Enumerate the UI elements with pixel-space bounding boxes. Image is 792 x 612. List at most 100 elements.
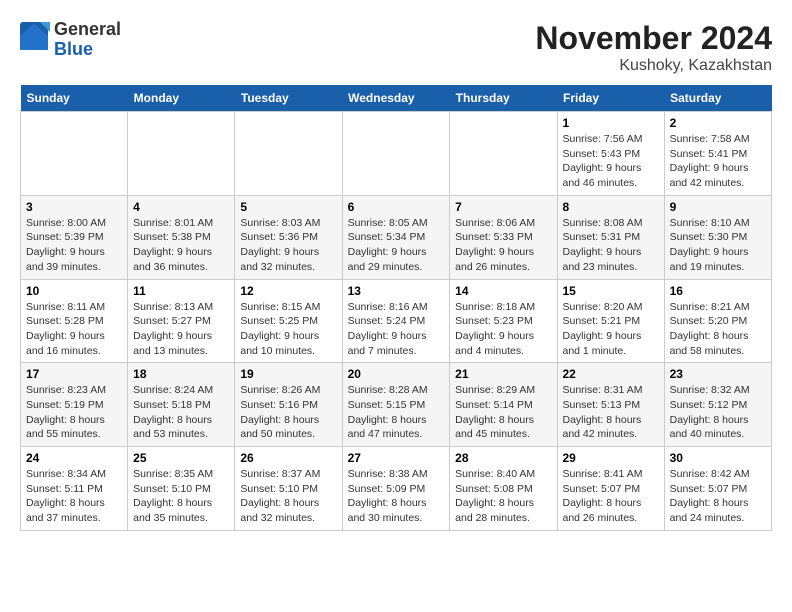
day-number: 16 [670, 284, 766, 298]
title-block: November 2024 Kushoky, Kazakhstan [535, 20, 772, 75]
day-number: 20 [348, 367, 445, 381]
calendar-cell: 7 Sunrise: 8:06 AM Sunset: 5:33 PM Daylig… [450, 195, 557, 279]
calendar-cell: 1 Sunrise: 7:56 AM Sunset: 5:43 PM Daylig… [557, 112, 664, 196]
calendar-cell: 12Sunrise: 8:15 AM Sunset: 5:25 PM Dayli… [235, 279, 342, 363]
day-info: Sunrise: 7:56 AM Sunset: 5:43 PM Dayligh… [563, 132, 659, 191]
day-info: Sunrise: 8:03 AM Sunset: 5:36 PM Dayligh… [240, 216, 336, 275]
day-info: Sunrise: 8:08 AM Sunset: 5:31 PM Dayligh… [563, 216, 659, 275]
day-info: Sunrise: 8:28 AM Sunset: 5:15 PM Dayligh… [348, 383, 445, 442]
calendar-cell: 4Sunrise: 8:01 AM Sunset: 5:38 PM Daylig… [128, 195, 235, 279]
day-number: 7 [455, 200, 551, 214]
day-number: 13 [348, 284, 445, 298]
day-info: Sunrise: 8:05 AM Sunset: 5:34 PM Dayligh… [348, 216, 445, 275]
day-number: 17 [26, 367, 122, 381]
day-number: 27 [348, 451, 445, 465]
day-info: Sunrise: 8:00 AM Sunset: 5:39 PM Dayligh… [26, 216, 122, 275]
day-number: 15 [563, 284, 659, 298]
day-info: Sunrise: 8:34 AM Sunset: 5:11 PM Dayligh… [26, 467, 122, 526]
header-friday: Friday [557, 85, 664, 112]
day-info: Sunrise: 8:06 AM Sunset: 5:33 PM Dayligh… [455, 216, 551, 275]
calendar-cell: 10 Sunrise: 8:11 AM Sunset: 5:28 PM Dayli… [21, 279, 128, 363]
day-number: 3 [26, 200, 122, 214]
day-info: Sunrise: 8:26 AM Sunset: 5:16 PM Dayligh… [240, 383, 336, 442]
calendar-cell [342, 112, 450, 196]
day-number: 5 [240, 200, 336, 214]
day-number: 29 [563, 451, 659, 465]
day-info: Sunrise: 8:37 AM Sunset: 5:10 PM Dayligh… [240, 467, 336, 526]
day-number: 10 [26, 284, 122, 298]
calendar-cell: 6 Sunrise: 8:05 AM Sunset: 5:34 PM Daylig… [342, 195, 450, 279]
day-number: 28 [455, 451, 551, 465]
calendar-cell: 16 Sunrise: 8:21 AM Sunset: 5:20 PM Dayli… [664, 279, 771, 363]
calendar-cell: 20 Sunrise: 8:28 AM Sunset: 5:15 PM Dayli… [342, 363, 450, 447]
calendar-cell: 17 Sunrise: 8:23 AM Sunset: 5:19 PM Dayli… [21, 363, 128, 447]
header-wednesday: Wednesday [342, 85, 450, 112]
day-number: 23 [670, 367, 766, 381]
calendar-table: SundayMondayTuesdayWednesdayThursdayFrid… [20, 85, 772, 531]
day-number: 24 [26, 451, 122, 465]
calendar-cell: 19Sunrise: 8:26 AM Sunset: 5:16 PM Dayli… [235, 363, 342, 447]
calendar-cell: 5 Sunrise: 8:03 AM Sunset: 5:36 PM Daylig… [235, 195, 342, 279]
calendar-cell: 24 Sunrise: 8:34 AM Sunset: 5:11 PM Dayli… [21, 447, 128, 531]
day-info: Sunrise: 8:24 AM Sunset: 5:18 PM Dayligh… [133, 383, 229, 442]
day-number: 22 [563, 367, 659, 381]
calendar-cell: 2 Sunrise: 7:58 AM Sunset: 5:41 PM Daylig… [664, 112, 771, 196]
calendar-cell: 8 Sunrise: 8:08 AM Sunset: 5:31 PM Daylig… [557, 195, 664, 279]
day-info: Sunrise: 8:21 AM Sunset: 5:20 PM Dayligh… [670, 300, 766, 359]
day-number: 30 [670, 451, 766, 465]
calendar-cell: 25 Sunrise: 8:35 AM Sunset: 5:10 PM Dayli… [128, 447, 235, 531]
page-header: General Blue November 2024 Kushoky, Kaza… [20, 20, 772, 75]
day-number: 2 [670, 116, 766, 130]
day-number: 11 [133, 284, 229, 298]
page-subtitle: Kushoky, Kazakhstan [535, 57, 772, 75]
day-info: Sunrise: 8:11 AM Sunset: 5:28 PM Dayligh… [26, 300, 122, 359]
calendar-week-row: 1 Sunrise: 7:56 AM Sunset: 5:43 PM Daylig… [21, 112, 772, 196]
day-info: Sunrise: 8:42 AM Sunset: 5:07 PM Dayligh… [670, 467, 766, 526]
day-number: 21 [455, 367, 551, 381]
day-info: Sunrise: 8:16 AM Sunset: 5:24 PM Dayligh… [348, 300, 445, 359]
day-info: Sunrise: 8:32 AM Sunset: 5:12 PM Dayligh… [670, 383, 766, 442]
calendar-cell: 22 Sunrise: 8:31 AM Sunset: 5:13 PM Dayli… [557, 363, 664, 447]
day-info: Sunrise: 8:23 AM Sunset: 5:19 PM Dayligh… [26, 383, 122, 442]
day-number: 6 [348, 200, 445, 214]
day-info: Sunrise: 8:41 AM Sunset: 5:07 PM Dayligh… [563, 467, 659, 526]
logo: General Blue [20, 20, 121, 60]
calendar-cell: 21 Sunrise: 8:29 AM Sunset: 5:14 PM Dayli… [450, 363, 557, 447]
calendar-cell: 13 Sunrise: 8:16 AM Sunset: 5:24 PM Dayli… [342, 279, 450, 363]
day-number: 14 [455, 284, 551, 298]
calendar-cell: 23 Sunrise: 8:32 AM Sunset: 5:12 PM Dayli… [664, 363, 771, 447]
day-number: 9 [670, 200, 766, 214]
calendar-cell: 29 Sunrise: 8:41 AM Sunset: 5:07 PM Dayli… [557, 447, 664, 531]
calendar-week-row: 24 Sunrise: 8:34 AM Sunset: 5:11 PM Dayli… [21, 447, 772, 531]
page-title: November 2024 [535, 20, 772, 57]
day-info: Sunrise: 8:18 AM Sunset: 5:23 PM Dayligh… [455, 300, 551, 359]
header-sunday: Sunday [21, 85, 128, 112]
day-info: Sunrise: 8:31 AM Sunset: 5:13 PM Dayligh… [563, 383, 659, 442]
calendar-cell [235, 112, 342, 196]
calendar-cell: 14 Sunrise: 8:18 AM Sunset: 5:23 PM Dayli… [450, 279, 557, 363]
day-info: Sunrise: 8:29 AM Sunset: 5:14 PM Dayligh… [455, 383, 551, 442]
calendar-cell: 26Sunrise: 8:37 AM Sunset: 5:10 PM Dayli… [235, 447, 342, 531]
day-info: Sunrise: 8:10 AM Sunset: 5:30 PM Dayligh… [670, 216, 766, 275]
day-info: Sunrise: 8:40 AM Sunset: 5:08 PM Dayligh… [455, 467, 551, 526]
calendar-cell: 11Sunrise: 8:13 AM Sunset: 5:27 PM Dayli… [128, 279, 235, 363]
day-number: 4 [133, 200, 229, 214]
day-number: 18 [133, 367, 229, 381]
header-thursday: Thursday [450, 85, 557, 112]
calendar-cell: 9 Sunrise: 8:10 AM Sunset: 5:30 PM Daylig… [664, 195, 771, 279]
calendar-cell: 3 Sunrise: 8:00 AM Sunset: 5:39 PM Daylig… [21, 195, 128, 279]
day-number: 1 [563, 116, 659, 130]
day-info: Sunrise: 8:35 AM Sunset: 5:10 PM Dayligh… [133, 467, 229, 526]
day-number: 25 [133, 451, 229, 465]
day-info: Sunrise: 7:58 AM Sunset: 5:41 PM Dayligh… [670, 132, 766, 191]
calendar-cell: 15Sunrise: 8:20 AM Sunset: 5:21 PM Dayli… [557, 279, 664, 363]
header-saturday: Saturday [664, 85, 771, 112]
calendar-cell: 30 Sunrise: 8:42 AM Sunset: 5:07 PM Dayli… [664, 447, 771, 531]
calendar-cell: 28 Sunrise: 8:40 AM Sunset: 5:08 PM Dayli… [450, 447, 557, 531]
calendar-cell [128, 112, 235, 196]
calendar-week-row: 10 Sunrise: 8:11 AM Sunset: 5:28 PM Dayli… [21, 279, 772, 363]
calendar-cell [21, 112, 128, 196]
calendar-week-row: 3 Sunrise: 8:00 AM Sunset: 5:39 PM Daylig… [21, 195, 772, 279]
day-number: 8 [563, 200, 659, 214]
day-info: Sunrise: 8:38 AM Sunset: 5:09 PM Dayligh… [348, 467, 445, 526]
